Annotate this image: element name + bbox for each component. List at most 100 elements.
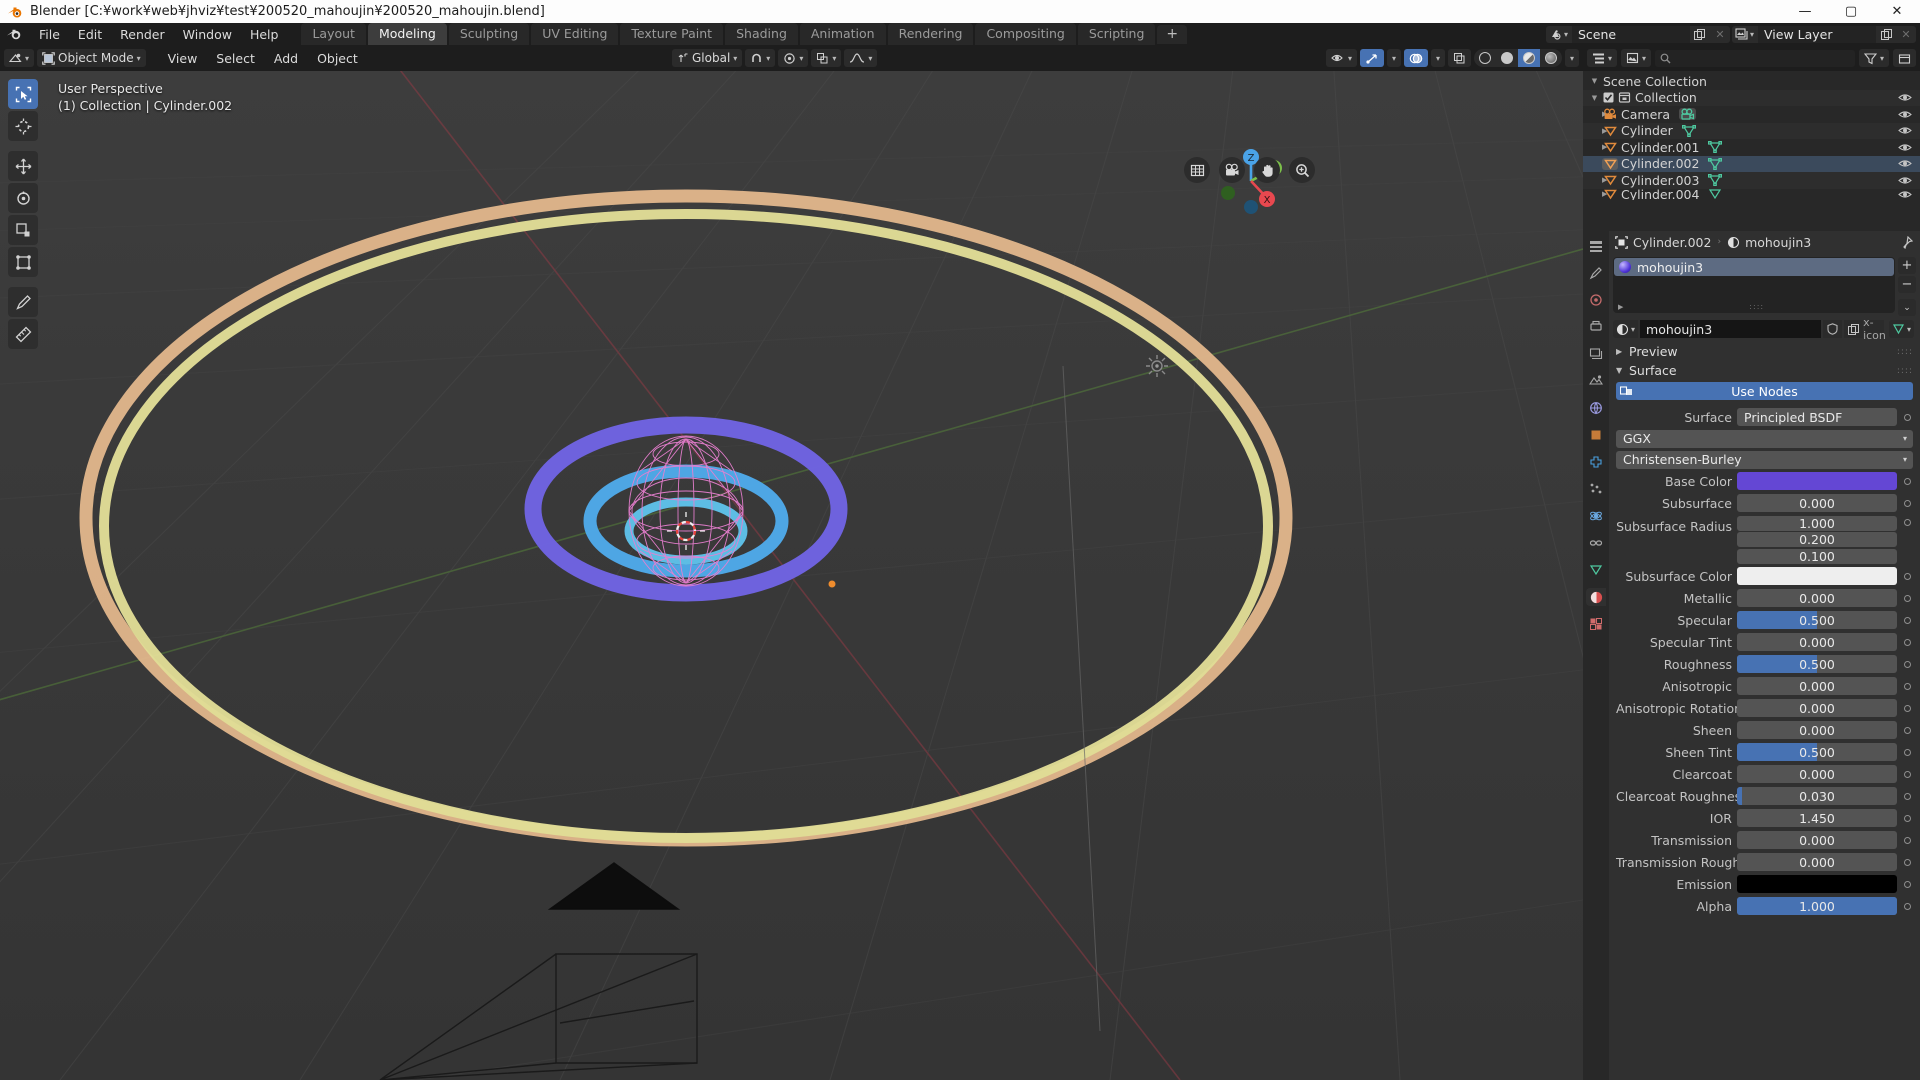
clearcoat-slider[interactable]: 0.000 [1737, 765, 1897, 783]
tab-physics[interactable] [1586, 507, 1606, 525]
object-visibility-icon[interactable]: ▾ [1325, 49, 1357, 67]
proportional-editing-toggle[interactable]: ▾ [778, 49, 809, 67]
visibility-eye-icon[interactable] [1898, 158, 1912, 169]
socket-dot-icon[interactable] [1902, 660, 1913, 668]
subsurface-radius-x[interactable]: 1.000 [1737, 515, 1897, 531]
outliner-new-collection-icon[interactable] [1893, 49, 1916, 67]
tab-particles[interactable] [1586, 480, 1606, 498]
shading-wireframe-button[interactable] [1474, 49, 1496, 67]
transmission-slider[interactable]: 0.000 [1737, 831, 1897, 849]
cylinder-disclosure-icon[interactable]: ▶ [1589, 127, 1607, 135]
xray-toggle[interactable] [1447, 49, 1471, 67]
menu-help[interactable]: Help [241, 25, 288, 44]
tab-render[interactable] [1586, 291, 1606, 309]
viewport-menu-add[interactable]: Add [266, 49, 306, 68]
blender-menu-icon[interactable] [4, 25, 26, 43]
tab-texture[interactable] [1586, 615, 1606, 633]
tab-rendering[interactable]: Rendering [887, 23, 974, 45]
material-list-grip[interactable]: :::: [1749, 302, 1764, 311]
roughness-slider[interactable]: 0.500 [1737, 655, 1897, 673]
emission-color-swatch[interactable] [1737, 875, 1897, 893]
clearcoat-roughness-slider[interactable]: 0.030 [1737, 787, 1897, 805]
socket-dot-icon[interactable] [1902, 770, 1913, 778]
overlays-dropdown[interactable]: ▾ [1430, 49, 1445, 67]
measure-tool[interactable] [8, 319, 38, 349]
material-list-expand-icon[interactable]: ▶ [1618, 303, 1623, 311]
shading-solid-button[interactable] [1496, 49, 1518, 67]
socket-dot-icon[interactable] [1902, 516, 1913, 526]
anisotropic-rotation-slider[interactable]: 0.000 [1737, 699, 1897, 717]
distribution-select[interactable]: GGX ▾ [1616, 429, 1913, 448]
add-material-slot-button[interactable]: + [1898, 257, 1916, 274]
cylinder-002-disclosure-icon[interactable]: ▶ [1589, 160, 1607, 168]
material-name-input[interactable]: mohoujin3 [1640, 320, 1821, 338]
anisotropic-slider[interactable]: 0.000 [1737, 677, 1897, 695]
gizmo-dropdown[interactable]: ▾ [1386, 49, 1401, 67]
shading-dropdown[interactable]: ▾ [1564, 49, 1579, 67]
mesh-data-icon[interactable] [1708, 141, 1723, 154]
collection-checkbox[interactable] [1600, 92, 1616, 103]
outliner-display-mode[interactable]: ▾ [1621, 49, 1652, 67]
scene-unlink-icon[interactable]: ✕ [1709, 25, 1730, 43]
socket-dot-icon[interactable] [1902, 748, 1913, 756]
tab-view-layer[interactable] [1586, 345, 1606, 363]
transform-tool[interactable] [8, 247, 38, 277]
viewport-canvas[interactable]: User Perspective (1) Collection | Cylind… [0, 71, 1583, 1080]
view-layer-browse-icon[interactable]: ▾ [1731, 25, 1758, 43]
transform-orientation-selector[interactable]: Global ▾ [672, 49, 743, 67]
menu-file[interactable]: File [30, 25, 69, 44]
zoom-view-icon[interactable] [1289, 157, 1315, 183]
view-layer-new-icon[interactable] [1876, 25, 1896, 43]
socket-dot-icon[interactable] [1902, 477, 1913, 485]
socket-dot-icon[interactable] [1902, 902, 1913, 910]
outliner-row-cylinder[interactable]: ▶ Cylinder [1583, 122, 1920, 139]
minimize-button[interactable]: — [1782, 0, 1828, 23]
tab-material[interactable] [1586, 588, 1606, 606]
mesh-data-icon[interactable] [1708, 189, 1722, 200]
sheen-slider[interactable]: 0.000 [1737, 721, 1897, 739]
overlays-toggle[interactable] [1403, 49, 1428, 67]
tab-uv-editing[interactable]: UV Editing [531, 23, 619, 45]
tab-texture-paint[interactable]: Texture Paint [620, 23, 724, 45]
maximize-button[interactable]: ▢ [1828, 0, 1874, 23]
tab-object-data[interactable] [1586, 561, 1606, 579]
outliner-row-camera[interactable]: ▶ Camera [1583, 106, 1920, 123]
transmission-roughness-slider[interactable]: 0.000 [1737, 853, 1897, 871]
specular-tint-slider[interactable]: 0.000 [1737, 633, 1897, 651]
tab-scripting[interactable]: Scripting [1077, 23, 1156, 45]
editor-type-button[interactable]: ▾ [4, 49, 35, 67]
tab-tool[interactable] [1586, 264, 1606, 282]
collection-disclosure-icon[interactable]: ▼ [1589, 94, 1600, 102]
socket-dot-icon[interactable] [1902, 836, 1913, 844]
move-tool[interactable] [8, 151, 38, 181]
falloff-curve-icon[interactable]: ▾ [844, 49, 878, 67]
close-button[interactable]: ✕ [1874, 0, 1920, 23]
tab-modifiers[interactable] [1586, 453, 1606, 471]
tab-output[interactable] [1586, 318, 1606, 336]
scale-tool[interactable] [8, 215, 38, 245]
mesh-data-icon[interactable] [1681, 124, 1696, 137]
surface-type-value[interactable]: Principled BSDF [1737, 408, 1897, 426]
mesh-data-icon[interactable] [1708, 157, 1723, 170]
visibility-eye-icon[interactable] [1898, 125, 1912, 136]
viewport-menu-select[interactable]: Select [208, 49, 263, 68]
properties-editor-type-icon[interactable] [1586, 237, 1606, 255]
visibility-eye-icon[interactable] [1898, 92, 1912, 103]
base-color-swatch[interactable] [1737, 472, 1897, 490]
pivot-point-selector[interactable]: ▾ [811, 49, 842, 67]
use-nodes-button[interactable]: Use Nodes [1616, 382, 1913, 400]
socket-dot-icon[interactable] [1902, 814, 1913, 822]
socket-dot-icon[interactable] [1902, 682, 1913, 690]
subsurface-method-select[interactable]: Christensen-Burley ▾ [1616, 450, 1913, 469]
outliner-editor-type-icon[interactable]: ▾ [1587, 49, 1618, 67]
metallic-slider[interactable]: 0.000 [1737, 589, 1897, 607]
shading-rendered-button[interactable] [1540, 49, 1562, 67]
snap-magnet-toggle[interactable]: ▾ [745, 49, 776, 67]
outliner-filter-icon[interactable]: ▾ [1858, 49, 1889, 67]
outliner-row-cylinder-004[interactable]: ▶ Cylinder.004 [1583, 189, 1920, 200]
breadcrumb-material[interactable]: mohoujin3 [1727, 235, 1811, 250]
material-slot-menu-button[interactable]: ⌄ [1898, 299, 1916, 316]
sheen-tint-slider[interactable]: 0.500 [1737, 743, 1897, 761]
socket-dot-icon[interactable] [1902, 594, 1913, 602]
socket-dot-icon[interactable] [1902, 616, 1913, 624]
